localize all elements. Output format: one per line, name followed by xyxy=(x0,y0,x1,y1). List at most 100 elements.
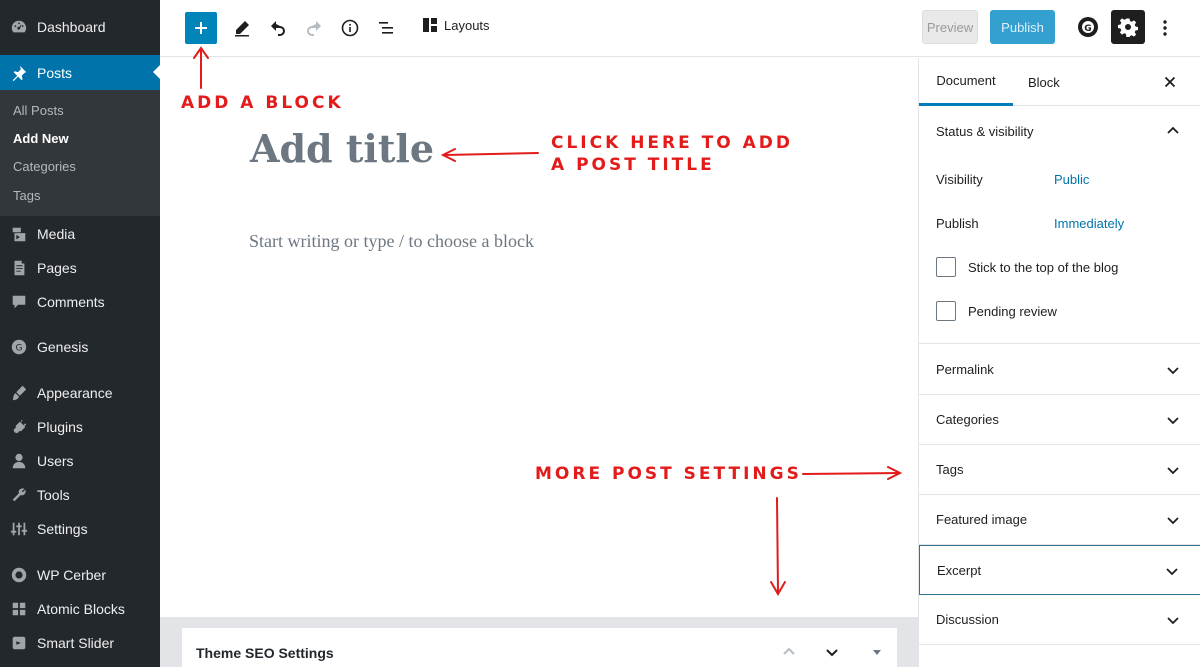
sticky-label[interactable]: Stick to the top of the blog xyxy=(968,260,1118,275)
annotation-title-line2: A POST TITLE xyxy=(551,155,715,175)
menu-label: Pages xyxy=(37,260,77,276)
panel-title: Status & visibility xyxy=(936,123,1034,139)
panel-tags[interactable]: Tags xyxy=(919,445,1200,495)
cerber-icon xyxy=(0,558,37,592)
close-icon xyxy=(1164,76,1176,88)
submenu-all-posts[interactable]: All Posts xyxy=(13,103,64,118)
panel-featured-image[interactable]: Featured image xyxy=(919,495,1200,545)
gear-icon xyxy=(1118,18,1138,37)
close-sidebar-button[interactable] xyxy=(1160,72,1180,92)
menu-item-dashboard[interactable]: Dashboard xyxy=(0,10,160,44)
menu-item-pages[interactable]: Pages xyxy=(0,251,160,285)
menu-item-users[interactable]: Users xyxy=(0,444,160,478)
panel-title: Categories xyxy=(936,412,999,427)
more-options-button[interactable] xyxy=(1154,14,1176,42)
annotation-title-line1: CLICK HERE TO ADD xyxy=(551,133,794,153)
publish-button[interactable]: Publish xyxy=(990,10,1055,44)
info-button[interactable] xyxy=(334,12,366,44)
menu-label: Plugins xyxy=(37,419,83,435)
wrench-icon xyxy=(0,478,37,512)
caret-down-icon xyxy=(873,650,881,655)
menu-item-wp-cerber[interactable]: WP Cerber xyxy=(0,558,160,592)
slider-icon xyxy=(0,626,37,660)
submenu-tags[interactable]: Tags xyxy=(13,188,40,203)
chevron-up-icon xyxy=(783,647,795,655)
layouts-label: Layouts xyxy=(444,17,490,33)
dashboard-icon xyxy=(0,10,37,44)
tab-document[interactable]: Document xyxy=(919,58,1013,106)
metabox-area: Theme SEO Settings xyxy=(160,617,918,667)
undo-button[interactable] xyxy=(262,12,294,44)
chevron-down-icon xyxy=(826,649,838,657)
menu-label: Smart Slider xyxy=(37,635,115,651)
submenu-add-new[interactable]: Add New xyxy=(13,131,69,146)
comments-icon xyxy=(0,285,37,319)
panel-title: Featured image xyxy=(936,512,1028,527)
preview-button[interactable]: Preview xyxy=(922,10,978,44)
pending-review-label[interactable]: Pending review xyxy=(968,304,1057,319)
post-title-input[interactable]: Add title xyxy=(250,126,434,171)
redo-button[interactable] xyxy=(298,12,330,44)
panel-title: Excerpt xyxy=(937,562,982,578)
panel-title: Tags xyxy=(936,462,964,477)
toggle-metabox-button[interactable] xyxy=(867,642,887,662)
sticky-checkbox[interactable] xyxy=(936,257,956,277)
chevron-down-icon xyxy=(1166,568,1178,576)
menu-item-comments[interactable]: Comments xyxy=(0,285,160,319)
menu-item-appearance[interactable]: Appearance xyxy=(0,376,160,410)
visibility-label: Visibility xyxy=(936,172,983,187)
menu-label: Comments xyxy=(37,294,105,310)
chevron-down-icon xyxy=(1167,367,1179,375)
block-navigation-button[interactable] xyxy=(370,12,402,44)
edit-tools-button[interactable] xyxy=(226,12,258,44)
menu-label: Users xyxy=(37,453,74,469)
panel-status-visibility[interactable]: Status & visibility xyxy=(919,106,1200,156)
menu-label: Media xyxy=(37,226,76,242)
panel-permalink[interactable]: Permalink xyxy=(919,345,1200,395)
menu-item-atomic-blocks[interactable]: Atomic Blocks xyxy=(0,592,160,626)
ellipsis-vertical-icon xyxy=(1163,20,1167,36)
menu-item-genesis[interactable]: G Genesis xyxy=(0,330,160,364)
move-down-button[interactable] xyxy=(822,642,842,662)
brush-icon xyxy=(0,376,37,410)
pencil-icon xyxy=(235,21,249,37)
move-up-button[interactable] xyxy=(779,642,799,662)
layouts-button[interactable]: Layouts xyxy=(422,17,490,33)
plugin-icon xyxy=(0,410,37,444)
editor-canvas: Add title Start writing or type / to cho… xyxy=(160,58,918,618)
add-block-button[interactable] xyxy=(185,12,217,44)
chevron-up-icon xyxy=(1167,126,1179,134)
panel-excerpt[interactable]: Excerpt xyxy=(919,545,1200,595)
menu-item-settings[interactable]: Settings xyxy=(0,512,160,546)
tab-block[interactable]: Block xyxy=(1028,58,1060,106)
sidebar-tabs: Document Block xyxy=(919,58,1200,106)
metabox-title[interactable]: Theme SEO Settings xyxy=(196,645,334,661)
media-icon xyxy=(0,217,37,251)
submenu-categories[interactable]: Categories xyxy=(13,159,76,174)
menu-item-plugins[interactable]: Plugins xyxy=(0,410,160,444)
menu-label: WP Cerber xyxy=(37,567,106,583)
pending-review-checkbox[interactable] xyxy=(936,301,956,321)
genesis-icon: G xyxy=(0,330,37,364)
menu-item-media[interactable]: Media xyxy=(0,217,160,251)
panel-categories[interactable]: Categories xyxy=(919,395,1200,445)
pin-icon xyxy=(0,56,37,90)
publish-date-toggle[interactable]: Immediately xyxy=(1054,216,1124,231)
panel-discussion[interactable]: Discussion xyxy=(919,595,1200,645)
genesis-seo-button[interactable]: G xyxy=(1075,14,1101,40)
panel-title: Permalink xyxy=(936,362,994,377)
menu-label: Atomic Blocks xyxy=(37,601,125,617)
plus-icon xyxy=(195,22,207,34)
chevron-down-icon xyxy=(1167,517,1179,525)
visibility-toggle[interactable]: Public xyxy=(1054,172,1089,187)
menu-item-smart-slider[interactable]: Smart Slider xyxy=(0,626,160,660)
annotation-more-settings: MORE POST SETTINGS xyxy=(535,464,802,484)
menu-item-posts[interactable]: Posts xyxy=(0,55,160,90)
users-icon xyxy=(0,444,37,478)
settings-button[interactable] xyxy=(1111,10,1145,44)
settings-sidebar: Document Block Status & visibility Visib… xyxy=(918,58,1200,667)
chevron-down-icon xyxy=(1167,617,1179,625)
menu-item-tools[interactable]: Tools xyxy=(0,478,160,512)
default-block-appender[interactable]: Start writing or type / to choose a bloc… xyxy=(249,231,534,252)
admin-menu: Dashboard Posts All Posts Add New Catego… xyxy=(0,0,160,667)
